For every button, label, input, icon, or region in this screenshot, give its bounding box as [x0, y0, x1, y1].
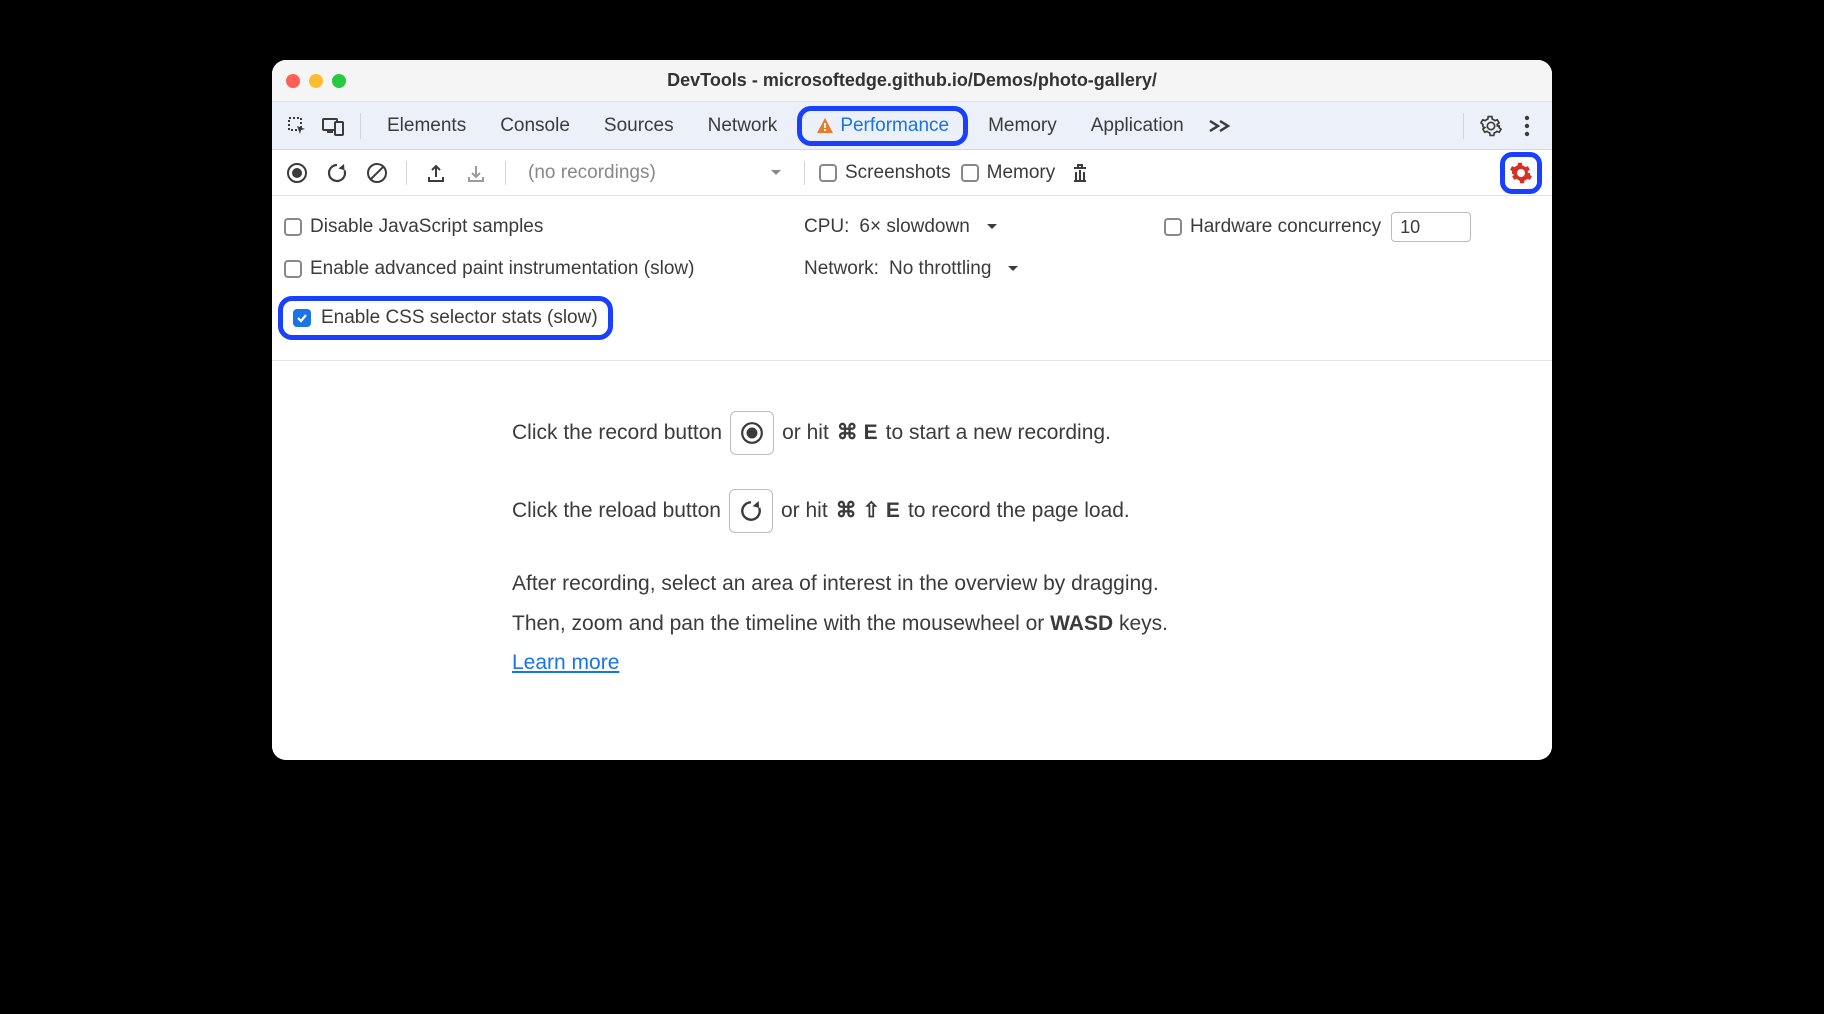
- capture-settings-panel: Disable JavaScript samples CPU: 6× slowd…: [272, 196, 1552, 361]
- kbd-shortcut: ⌘ ⇧ E: [836, 494, 900, 528]
- settings-gear-icon[interactable]: [1476, 111, 1506, 141]
- gear-icon: [1509, 161, 1533, 185]
- inspect-element-icon[interactable]: [282, 111, 312, 141]
- download-icon[interactable]: [461, 158, 491, 188]
- performance-toolbar: (no recordings) Screenshots Memory: [272, 150, 1552, 196]
- help-area: Click the record button or hit ⌘ E to st…: [272, 361, 1552, 760]
- tab-elements[interactable]: Elements: [373, 109, 480, 143]
- paint-label: Enable advanced paint instrumentation (s…: [310, 258, 694, 280]
- network-label: Network:: [804, 258, 879, 280]
- hardware-concurrency-checkbox[interactable]: Hardware concurrency: [1164, 216, 1381, 238]
- help-text: or hit: [781, 494, 828, 528]
- learn-more-link[interactable]: Learn more: [512, 651, 619, 674]
- cpu-value: 6× slowdown: [859, 216, 969, 238]
- recordings-placeholder: (no recordings): [528, 162, 656, 184]
- help-text: Then, zoom and pan the timeline with the…: [512, 607, 1492, 641]
- help-text: to record the page load.: [908, 494, 1130, 528]
- traffic-lights: [272, 74, 346, 88]
- checkbox-icon: [819, 164, 837, 182]
- help-text: Click the record button: [512, 416, 722, 450]
- minimize-window-button[interactable]: [309, 74, 323, 88]
- checkbox-icon: [284, 260, 302, 278]
- help-text: or hit: [782, 416, 829, 450]
- capture-settings-button[interactable]: [1500, 152, 1542, 194]
- memory-label: Memory: [987, 162, 1056, 184]
- screenshots-checkbox[interactable]: Screenshots: [819, 162, 951, 184]
- more-menu-icon[interactable]: [1512, 111, 1542, 141]
- record-button-sample: [730, 411, 774, 455]
- hardware-concurrency-input[interactable]: 10: [1391, 212, 1471, 242]
- garbage-collect-icon[interactable]: [1065, 158, 1095, 188]
- disable-js-label: Disable JavaScript samples: [310, 216, 543, 238]
- tab-memory[interactable]: Memory: [974, 109, 1071, 143]
- tab-performance[interactable]: Performance: [797, 106, 968, 146]
- help-text: After recording, select an area of inter…: [512, 567, 1492, 601]
- recordings-dropdown[interactable]: (no recordings): [520, 162, 790, 184]
- hw-label: Hardware concurrency: [1190, 216, 1381, 238]
- hw-value: 10: [1400, 217, 1420, 238]
- enable-paint-instrumentation-checkbox[interactable]: Enable advanced paint instrumentation (s…: [284, 258, 694, 280]
- memory-checkbox[interactable]: Memory: [961, 162, 1056, 184]
- help-text: to start a new recording.: [886, 416, 1111, 450]
- checkbox-icon: [284, 218, 302, 236]
- cpu-throttle-dropdown[interactable]: 6× slowdown: [859, 216, 997, 238]
- window-title: DevTools - microsoftedge.github.io/Demos…: [272, 70, 1552, 91]
- tab-sources[interactable]: Sources: [590, 109, 688, 143]
- enable-css-selector-stats-checkbox[interactable]: Enable CSS selector stats (slow): [278, 296, 613, 340]
- kbd-shortcut: ⌘ E: [837, 416, 878, 450]
- close-window-button[interactable]: [286, 74, 300, 88]
- chevron-down-icon: [770, 169, 782, 177]
- screenshots-label: Screenshots: [845, 162, 951, 184]
- reload-button-sample: [729, 489, 773, 533]
- devtools-window: DevTools - microsoftedge.github.io/Demos…: [272, 60, 1552, 760]
- css-stats-label: Enable CSS selector stats (slow): [321, 307, 598, 329]
- chevron-down-icon: [986, 223, 998, 231]
- warning-icon: [816, 117, 834, 135]
- network-value: No throttling: [889, 258, 991, 280]
- checkbox-icon: [961, 164, 979, 182]
- reload-button[interactable]: [322, 158, 352, 188]
- chevron-down-icon: [1007, 265, 1019, 273]
- tab-performance-label: Performance: [840, 115, 949, 137]
- tabstrip: Elements Console Sources Network Perform…: [272, 102, 1552, 150]
- maximize-window-button[interactable]: [332, 74, 346, 88]
- device-toolbar-icon[interactable]: [318, 111, 348, 141]
- titlebar: DevTools - microsoftedge.github.io/Demos…: [272, 60, 1552, 102]
- record-button[interactable]: [282, 158, 312, 188]
- cpu-label: CPU:: [804, 216, 849, 238]
- disable-js-samples-checkbox[interactable]: Disable JavaScript samples: [284, 216, 543, 238]
- upload-icon[interactable]: [421, 158, 451, 188]
- tab-console[interactable]: Console: [486, 109, 584, 143]
- checkbox-checked-icon: [293, 309, 311, 327]
- checkbox-icon: [1164, 218, 1182, 236]
- help-text: Click the reload button: [512, 494, 721, 528]
- tab-network[interactable]: Network: [694, 109, 792, 143]
- network-throttle-dropdown[interactable]: No throttling: [889, 258, 1019, 280]
- clear-button[interactable]: [362, 158, 392, 188]
- more-tabs-icon[interactable]: [1204, 111, 1234, 141]
- tab-application[interactable]: Application: [1077, 109, 1198, 143]
